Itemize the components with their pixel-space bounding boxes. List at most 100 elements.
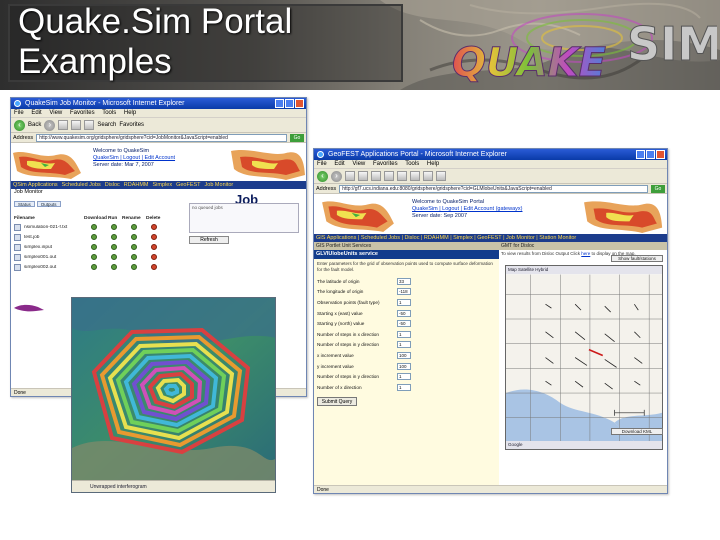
file-name[interactable]: test.job xyxy=(24,235,84,240)
download-kml-button[interactable]: Download KML xyxy=(611,428,663,435)
menu-help[interactable]: Help xyxy=(427,161,439,167)
delete-icon[interactable] xyxy=(151,224,157,230)
download-icon[interactable] xyxy=(91,264,97,270)
download-icon[interactable] xyxy=(91,244,97,250)
close-button[interactable] xyxy=(656,150,665,159)
minimize-button[interactable] xyxy=(636,150,645,159)
file-name[interactable]: simplex.input xyxy=(24,245,84,250)
field-input[interactable]: 1 xyxy=(397,383,411,391)
menu-edit[interactable]: Edit xyxy=(334,161,344,167)
tab-status[interactable]: Status xyxy=(14,201,35,207)
rename-icon[interactable] xyxy=(131,254,137,260)
field-input[interactable]: 1 xyxy=(397,341,411,349)
field-input[interactable]: 1 xyxy=(397,298,411,306)
back-arrow-icon[interactable]: ‹ xyxy=(14,119,25,131)
back-label[interactable]: Back xyxy=(28,122,41,128)
menu-file[interactable]: File xyxy=(317,161,327,167)
search-label[interactable]: Search xyxy=(97,122,116,128)
refresh-icon[interactable] xyxy=(71,120,82,130)
account-links[interactable]: QuakeSim | Logout | Edit Account (gatewa… xyxy=(412,206,522,213)
download-icon[interactable] xyxy=(91,224,97,230)
home-icon[interactable] xyxy=(84,120,95,130)
favorites-label[interactable]: Favorites xyxy=(119,122,144,128)
run-icon[interactable] xyxy=(111,234,117,240)
menu-favorites[interactable]: Favorites xyxy=(373,161,398,167)
menu-favorites[interactable]: Favorites xyxy=(70,110,95,116)
refresh-button[interactable]: Refresh xyxy=(189,236,229,244)
nav-disloc[interactable]: Disloc xyxy=(105,182,120,188)
field-input[interactable]: -118 xyxy=(397,288,411,296)
account-links[interactable]: QuakeSim | Logout | Edit Account xyxy=(93,155,175,162)
menu-view[interactable]: View xyxy=(49,110,62,116)
maximize-button[interactable] xyxy=(646,150,655,159)
field-input[interactable]: 100 xyxy=(397,351,411,359)
rename-icon[interactable] xyxy=(131,244,137,250)
maximize-button[interactable] xyxy=(285,99,294,108)
go-button[interactable]: Go xyxy=(651,184,665,193)
nav-job-monitor[interactable]: Job Monitor xyxy=(205,182,234,188)
field-input[interactable]: -50 xyxy=(397,320,411,328)
minimize-button[interactable] xyxy=(275,99,284,108)
menu-view[interactable]: View xyxy=(352,161,365,167)
table-row[interactable]: simplex.input xyxy=(14,242,184,252)
stop-icon[interactable] xyxy=(58,120,69,130)
menu-help[interactable]: Help xyxy=(124,110,136,116)
forward-arrow-icon[interactable]: › xyxy=(44,119,56,131)
forward-arrow-icon[interactable]: › xyxy=(331,170,342,182)
nav-geofest[interactable]: GeoFEST xyxy=(176,182,200,188)
download-icon[interactable] xyxy=(91,254,97,260)
field-input[interactable]: 1 xyxy=(397,330,411,338)
nav-rdahmm[interactable]: RDAHMM xyxy=(124,182,149,188)
table-row[interactable]: simplex001.out xyxy=(14,252,184,262)
history-icon[interactable] xyxy=(410,171,420,181)
table-row[interactable]: test.job xyxy=(14,232,184,242)
delete-icon[interactable] xyxy=(151,244,157,250)
favorites-icon[interactable] xyxy=(397,171,407,181)
menu-tools[interactable]: Tools xyxy=(405,161,419,167)
nav-qsim-applications[interactable]: QSim Applications xyxy=(13,182,58,188)
search-icon[interactable] xyxy=(384,171,394,181)
stop-icon[interactable] xyxy=(345,171,355,181)
menu-tools[interactable]: Tools xyxy=(102,110,116,116)
field-input[interactable]: -50 xyxy=(397,309,411,317)
address-field[interactable]: http://gf7.ucs.indiana.edu:8080/gridsphe… xyxy=(339,184,648,193)
file-name[interactable]: simplex001.out xyxy=(24,255,84,260)
google-map[interactable]: Map Satellite Hybrid Google xyxy=(505,265,663,450)
back-arrow-icon[interactable]: ‹ xyxy=(317,170,328,182)
file-name[interactable]: nsimulation-021-f.txt xyxy=(24,225,84,230)
here-link[interactable]: here xyxy=(581,251,590,256)
table-row[interactable]: simplex002.out xyxy=(14,262,184,272)
download-icon[interactable] xyxy=(91,234,97,240)
table-row[interactable]: nsimulation-021-f.txt xyxy=(14,222,184,232)
tab-outputs[interactable]: Outputs xyxy=(36,201,61,207)
delete-icon[interactable] xyxy=(151,264,157,270)
go-button[interactable]: Go xyxy=(290,133,304,142)
nav-scheduled-jobs[interactable]: Scheduled Jobs xyxy=(62,182,101,188)
address-field[interactable]: http://www.quakesim.org/gridsphere/grids… xyxy=(36,133,287,142)
mail-icon[interactable] xyxy=(423,171,433,181)
delete-icon[interactable] xyxy=(151,254,157,260)
file-name[interactable]: simplex002.out xyxy=(24,265,84,270)
run-icon[interactable] xyxy=(111,224,117,230)
rename-icon[interactable] xyxy=(131,264,137,270)
menu-edit[interactable]: Edit xyxy=(31,110,41,116)
run-icon[interactable] xyxy=(111,264,117,270)
rename-icon[interactable] xyxy=(131,234,137,240)
submit-query-button[interactable]: Submit Query xyxy=(317,396,357,406)
rename-icon[interactable] xyxy=(131,224,137,230)
run-icon[interactable] xyxy=(111,244,117,250)
menu-file[interactable]: File xyxy=(14,110,24,116)
deformation-vector-map[interactable] xyxy=(506,274,662,442)
close-button[interactable] xyxy=(295,99,304,108)
field-input[interactable]: 100 xyxy=(397,362,411,370)
portal-nav-bar[interactable]: GIS Applications | Scheduled Jobs | Disl… xyxy=(314,234,667,242)
print-icon[interactable] xyxy=(436,171,446,181)
run-icon[interactable] xyxy=(111,254,117,260)
delete-icon[interactable] xyxy=(151,234,157,240)
refresh-icon[interactable] xyxy=(358,171,368,181)
home-icon[interactable] xyxy=(371,171,381,181)
nav-simplex[interactable]: Simplex xyxy=(153,182,173,188)
show-stations-button[interactable]: Show fault/stations xyxy=(611,255,663,262)
field-input[interactable]: 1 xyxy=(397,373,411,381)
field-input[interactable]: 33 xyxy=(397,277,411,285)
